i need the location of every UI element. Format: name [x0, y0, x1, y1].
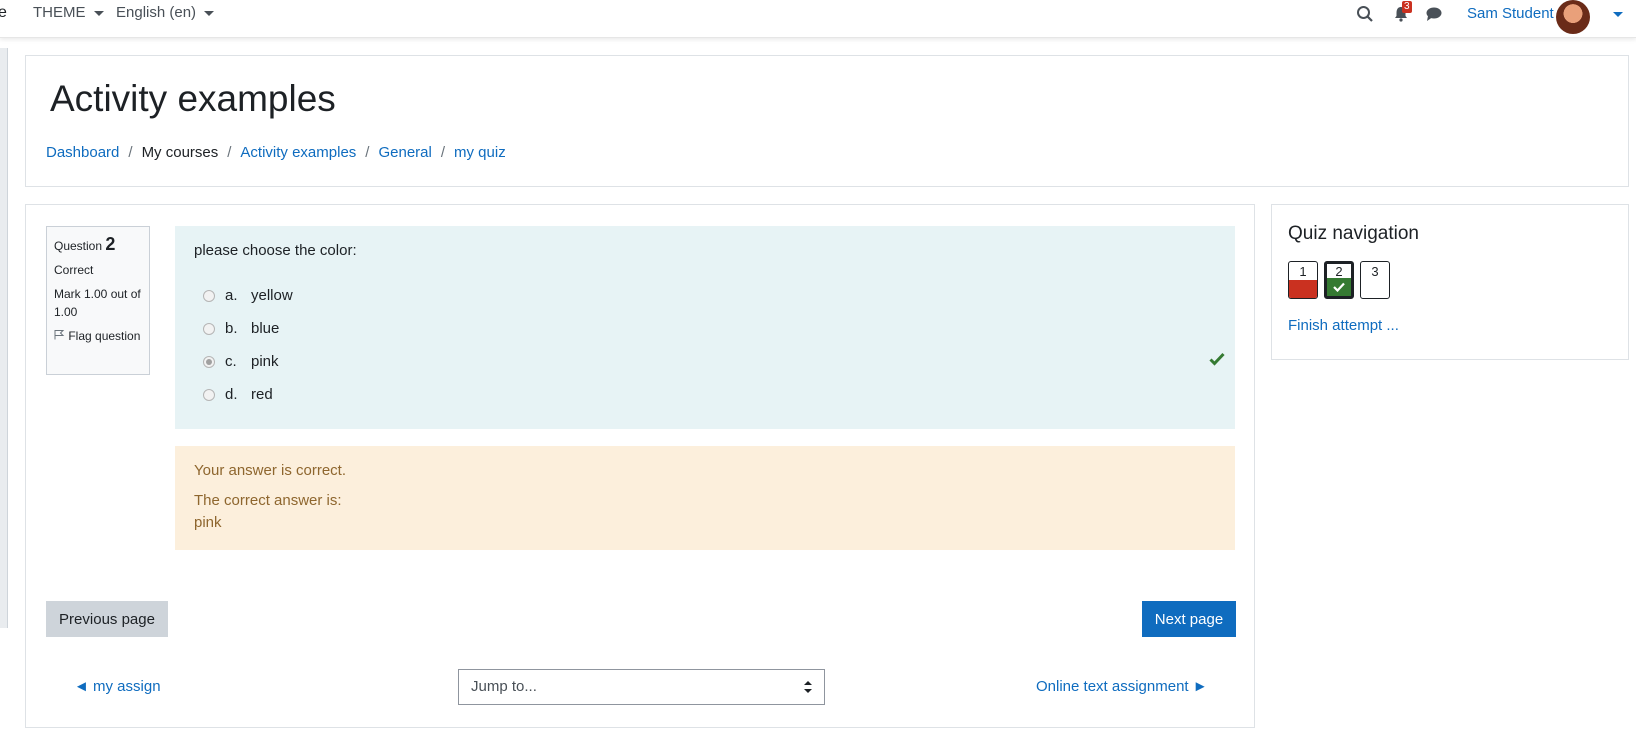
breadcrumb-my-courses: My courses: [141, 144, 219, 161]
answer-option-b[interactable]: b. blue: [194, 312, 1216, 345]
question-label: Question: [54, 239, 103, 253]
avatar[interactable]: [1556, 0, 1590, 34]
check-icon: [1327, 278, 1351, 296]
answer-radio[interactable]: [203, 289, 215, 302]
question-state: Correct: [54, 263, 94, 277]
breadcrumb-separator: /: [128, 144, 133, 161]
user-menu-chevron-icon[interactable]: [1613, 12, 1623, 17]
question-info: Question 2 Correct Mark 1.00 out of 1.00…: [46, 226, 150, 375]
quiz-review-region: Question 2 Correct Mark 1.00 out of 1.00…: [25, 204, 1255, 728]
quiz-navigation-block: Quiz navigation 1 2 3 Finish attempt ...: [1271, 204, 1629, 360]
finish-attempt-link[interactable]: Finish attempt ...: [1288, 317, 1399, 334]
flag-question-toggle[interactable]: Flag question: [54, 327, 142, 345]
answer-letter: a.: [225, 287, 238, 304]
chat-icon[interactable]: [1425, 5, 1445, 25]
next-activity-link[interactable]: Online text assignment ►: [1036, 678, 1208, 695]
page-header: Activity examples Dashboard / My courses…: [25, 55, 1629, 187]
answer-letter: d.: [225, 386, 238, 403]
answer-radio[interactable]: [203, 388, 215, 401]
feedback-text: Your answer is correct.: [194, 462, 347, 479]
site-name-fragment[interactable]: e: [0, 4, 7, 22]
breadcrumb-separator: /: [227, 144, 232, 161]
breadcrumb-dashboard[interactable]: Dashboard: [46, 144, 119, 161]
previous-activity-link[interactable]: ◄ my assign: [74, 678, 161, 695]
answer-letter: c.: [225, 353, 237, 370]
answer-option-a[interactable]: a. yellow: [194, 279, 1216, 312]
chevron-down-icon: [93, 10, 104, 16]
chevron-down-icon: [204, 10, 215, 16]
quiz-navigation-buttons: 1 2 3: [1288, 261, 1390, 299]
breadcrumb-section[interactable]: General: [378, 144, 431, 161]
jump-to-select[interactable]: Jump to...: [458, 669, 825, 705]
right-answer-label: The correct answer is:: [194, 492, 342, 509]
question-feedback: Your answer is correct. The correct answ…: [175, 446, 1235, 550]
question-number: Question 2: [54, 235, 142, 255]
answer-letter: b.: [225, 320, 238, 337]
quiz-navigation-title: Quiz navigation: [1288, 223, 1419, 244]
question-number-value: 2: [105, 234, 116, 254]
user-menu-name[interactable]: Sam Student: [1467, 5, 1554, 22]
quiz-nav-question-1[interactable]: 1: [1288, 261, 1318, 299]
question-formulation: please choose the color: a. yellow b. bl…: [175, 226, 1235, 429]
select-arrows-icon: [804, 681, 812, 693]
quiz-nav-number: 1: [1299, 264, 1307, 279]
flag-icon: [54, 330, 65, 340]
question-grade: Mark 1.00 out of 1.00: [54, 287, 141, 319]
check-icon: [1209, 352, 1225, 371]
jump-to-value: Jump to...: [471, 678, 537, 695]
answer-radio[interactable]: [203, 322, 215, 335]
quiz-nav-number: 3: [1371, 264, 1379, 279]
right-answer-value: pink: [194, 514, 222, 531]
breadcrumb-separator: /: [365, 144, 370, 161]
answer-text: pink: [251, 353, 279, 370]
language-menu-label: English (en): [116, 4, 197, 21]
answer-text: red: [251, 386, 273, 403]
breadcrumb-course[interactable]: Activity examples: [240, 144, 356, 161]
next-page-button[interactable]: Next page: [1142, 601, 1236, 637]
page-title: Activity examples: [50, 78, 336, 119]
answer-option-d[interactable]: d. red: [194, 378, 1216, 411]
breadcrumb: Dashboard / My courses / Activity exampl…: [46, 144, 506, 161]
question-text: please choose the color:: [194, 242, 357, 259]
language-menu[interactable]: English (en): [116, 4, 215, 21]
incorrect-state-bar: [1289, 280, 1317, 298]
quiz-nav-number: 2: [1335, 264, 1343, 279]
quiz-nav-question-3[interactable]: 3: [1360, 261, 1390, 299]
top-navbar: e THEME English (en) 3 Sam Student: [0, 0, 1636, 38]
previous-page-button[interactable]: Previous page: [46, 601, 168, 637]
notification-count-badge: 3: [1402, 1, 1412, 13]
answer-list: a. yellow b. blue c. pink d. red: [194, 279, 1225, 411]
answer-text: blue: [251, 320, 280, 337]
theme-menu-label: THEME: [33, 4, 86, 21]
answer-text: yellow: [251, 287, 293, 304]
search-icon[interactable]: [1356, 5, 1376, 25]
answer-radio-selected[interactable]: [203, 355, 215, 368]
breadcrumb-activity[interactable]: my quiz: [454, 144, 506, 161]
breadcrumb-separator: /: [440, 144, 446, 161]
theme-menu[interactable]: THEME: [33, 4, 104, 21]
answer-option-c[interactable]: c. pink: [194, 345, 1225, 378]
drawer-edge: [0, 48, 8, 628]
flag-question-label: Flag question: [68, 329, 141, 343]
quiz-nav-question-2[interactable]: 2: [1324, 261, 1354, 299]
